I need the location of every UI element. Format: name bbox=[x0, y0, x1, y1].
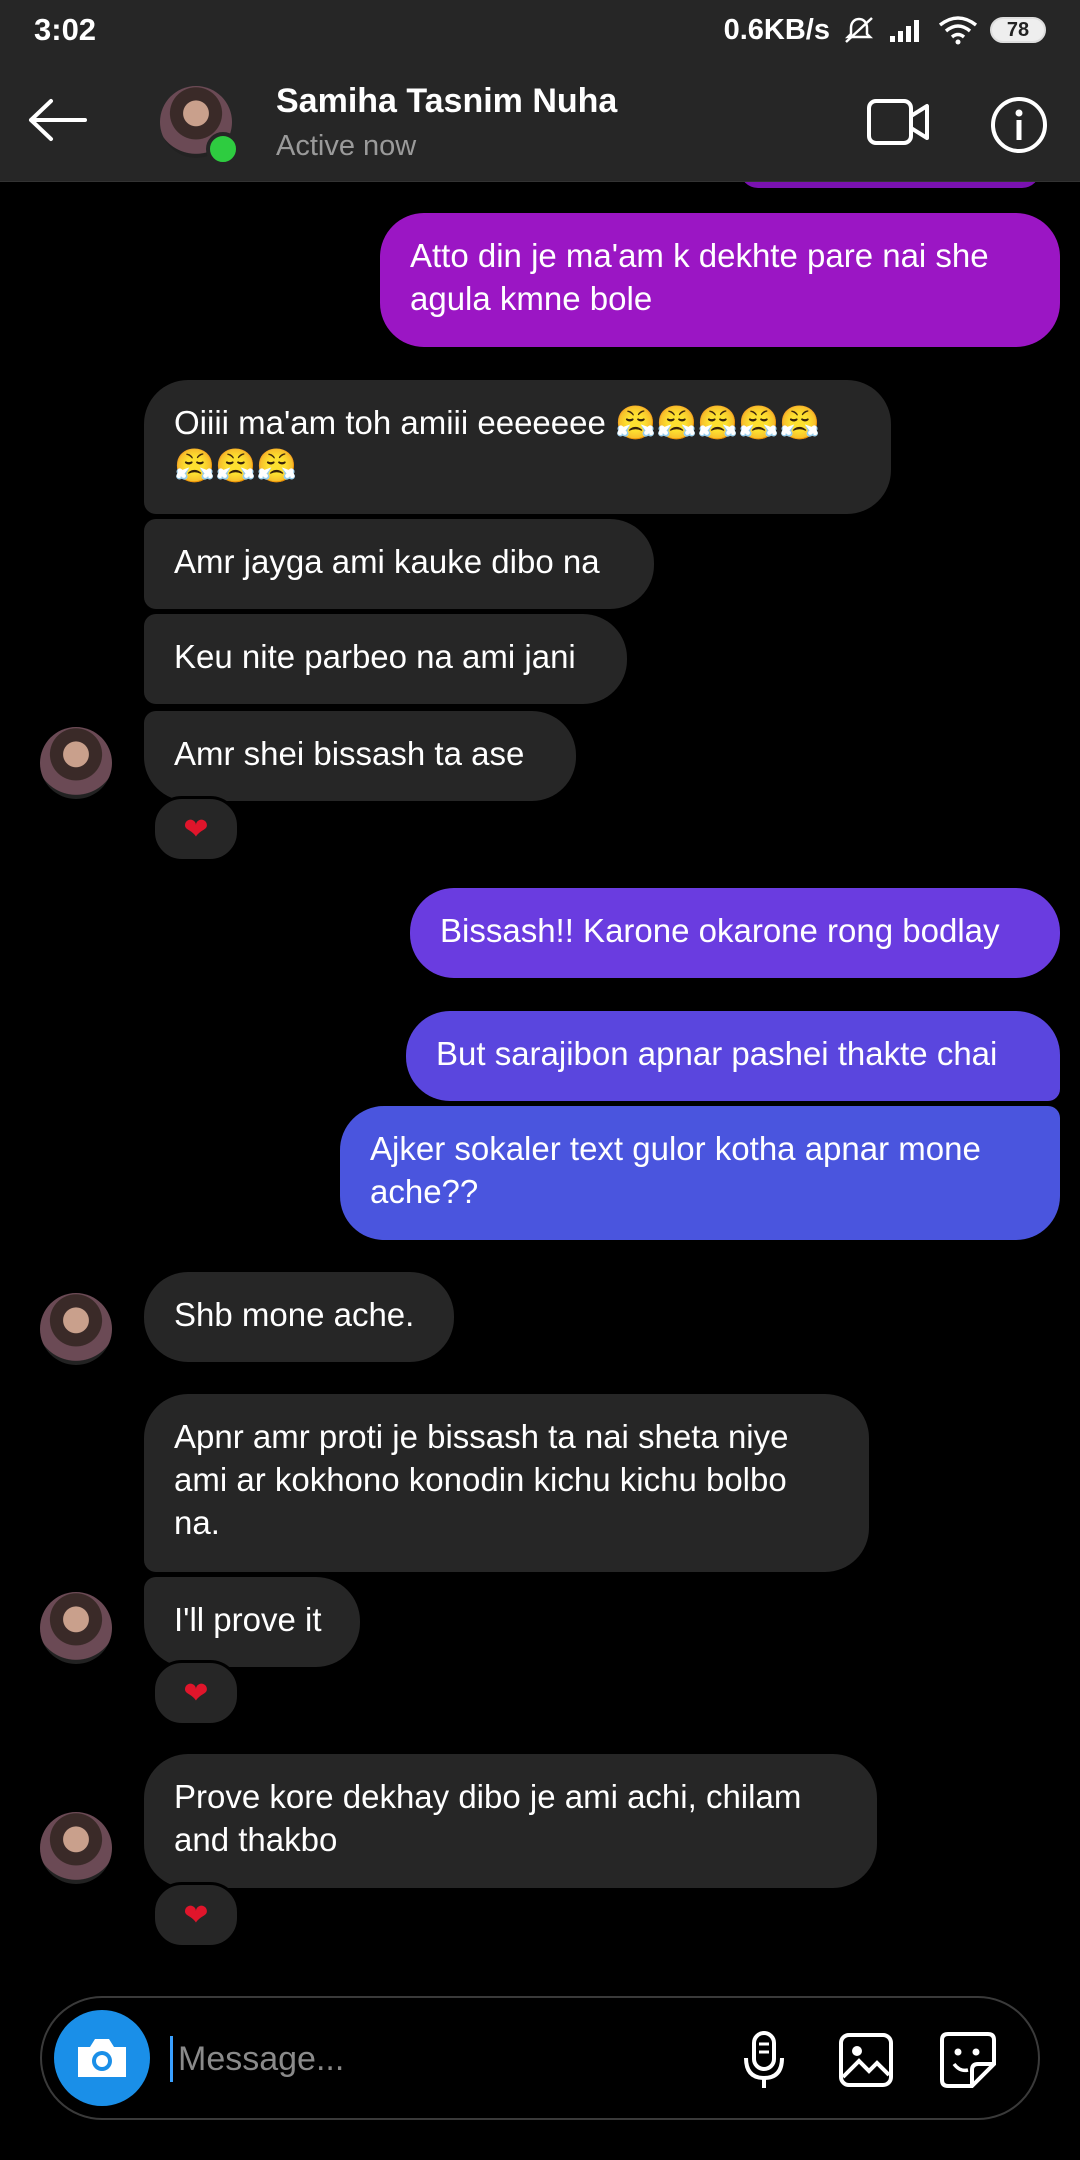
back-arrow-icon[interactable] bbox=[26, 92, 90, 148]
incoming-message[interactable]: Amr jayga ami kauke dibo na bbox=[144, 519, 654, 609]
incoming-message[interactable]: Apnr amr proti je bissash ta nai sheta n… bbox=[144, 1394, 869, 1572]
sender-avatar[interactable] bbox=[40, 1293, 112, 1365]
incoming-message[interactable]: Keu nite parbeo na ami jani bbox=[144, 614, 627, 704]
heart-icon[interactable]: ❤ bbox=[152, 796, 240, 862]
sender-avatar[interactable] bbox=[40, 1812, 112, 1884]
video-call-icon[interactable] bbox=[866, 96, 930, 148]
sticker-icon[interactable] bbox=[936, 2028, 1000, 2092]
message-list[interactable]: Atto din je ma'am k dekhte pare nai she … bbox=[0, 182, 1080, 1977]
contact-status: Active now bbox=[276, 130, 417, 162]
text-caret bbox=[170, 2036, 173, 2082]
sender-avatar[interactable] bbox=[40, 1592, 112, 1664]
incoming-message[interactable]: Amr shei bissash ta ase bbox=[144, 711, 576, 801]
contact-name[interactable]: Samiha Tasnim Nuha bbox=[276, 82, 617, 121]
incoming-message[interactable]: Oiiii ma'am toh amiii eeeeeee 😤😤😤😤😤😤😤😤 bbox=[144, 380, 891, 514]
battery-icon: 78 bbox=[990, 17, 1046, 43]
incoming-message[interactable]: I'll prove it bbox=[144, 1577, 360, 1667]
outgoing-message[interactable]: Ajker sokaler text gulor kotha apnar mon… bbox=[340, 1106, 1060, 1240]
message-input[interactable] bbox=[176, 2028, 680, 2090]
network-speed: 0.6KB/s bbox=[723, 13, 830, 46]
previous-message-edge bbox=[740, 182, 1040, 188]
online-indicator bbox=[206, 132, 240, 166]
gallery-icon[interactable] bbox=[834, 2028, 898, 2092]
heart-icon[interactable]: ❤ bbox=[152, 1882, 240, 1948]
mute-icon bbox=[842, 15, 876, 45]
outgoing-message[interactable]: Bissash!! Karone okarone rong bodlay bbox=[410, 888, 1060, 978]
status-bar: 3:02 0.6KB/s 78 bbox=[0, 0, 1080, 60]
status-time: 3:02 bbox=[34, 12, 97, 47]
info-icon[interactable] bbox=[990, 96, 1048, 154]
camera-icon[interactable] bbox=[54, 2010, 150, 2106]
outgoing-message[interactable]: But sarajibon apnar pashei thakte chai bbox=[406, 1011, 1060, 1101]
incoming-message[interactable]: Shb mone ache. bbox=[144, 1272, 454, 1362]
signal-icon bbox=[888, 16, 926, 44]
status-right: 0.6KB/s 78 bbox=[724, 14, 1046, 47]
heart-icon[interactable]: ❤ bbox=[152, 1660, 240, 1726]
wifi-icon bbox=[938, 15, 978, 45]
message-composer bbox=[40, 1996, 1040, 2120]
microphone-icon[interactable] bbox=[732, 2028, 796, 2092]
chat-header: Samiha Tasnim Nuha Active now bbox=[0, 60, 1080, 182]
incoming-message[interactable]: Prove kore dekhay dibo je ami achi, chil… bbox=[144, 1754, 877, 1888]
outgoing-message[interactable]: Atto din je ma'am k dekhte pare nai she … bbox=[380, 213, 1060, 347]
sender-avatar[interactable] bbox=[40, 727, 112, 799]
